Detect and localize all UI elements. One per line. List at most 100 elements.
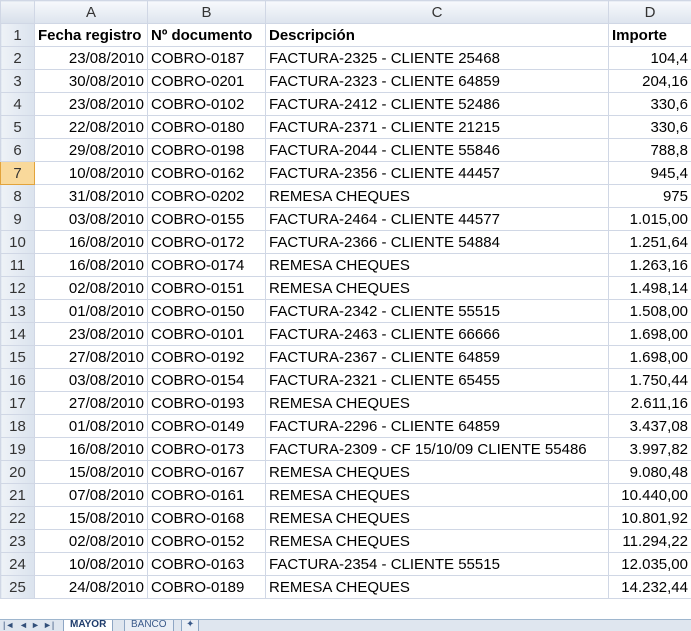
cell-fecha[interactable]: 03/08/2010	[35, 369, 148, 392]
row-header[interactable]: 14	[1, 323, 35, 346]
last-sheet-icon[interactable]: ►|	[43, 620, 54, 630]
cell-fecha[interactable]: 16/08/2010	[35, 254, 148, 277]
cell-fecha[interactable]: 30/08/2010	[35, 70, 148, 93]
cell-descripcion[interactable]: REMESA CHEQUES	[266, 392, 609, 415]
cell-documento[interactable]: COBRO-0202	[148, 185, 266, 208]
column-header-a[interactable]: A	[35, 1, 148, 24]
sheet-tab-mayor[interactable]: MAYOR	[63, 619, 113, 631]
cell-importe[interactable]: 1.698,00	[609, 346, 691, 369]
row-header[interactable]: 23	[1, 530, 35, 553]
cell-fecha[interactable]: 23/08/2010	[35, 323, 148, 346]
cell-descripcion[interactable]: REMESA CHEQUES	[266, 530, 609, 553]
header-cell-importe[interactable]: Importe	[609, 24, 691, 47]
cell-fecha[interactable]: 24/08/2010	[35, 576, 148, 599]
cell-descripcion[interactable]: FACTURA-2356 - CLIENTE 44457	[266, 162, 609, 185]
cell-importe[interactable]: 330,6	[609, 116, 691, 139]
cell-documento[interactable]: COBRO-0149	[148, 415, 266, 438]
cell-documento[interactable]: COBRO-0151	[148, 277, 266, 300]
cell-descripcion[interactable]: FACTURA-2367 - CLIENTE 64859	[266, 346, 609, 369]
cell-descripcion[interactable]: FACTURA-2325 - CLIENTE 25468	[266, 47, 609, 70]
cell-descripcion[interactable]: FACTURA-2371 - CLIENTE 21215	[266, 116, 609, 139]
cell-documento[interactable]: COBRO-0155	[148, 208, 266, 231]
cell-documento[interactable]: COBRO-0102	[148, 93, 266, 116]
cell-documento[interactable]: COBRO-0201	[148, 70, 266, 93]
cell-descripcion[interactable]: FACTURA-2296 - CLIENTE 64859	[266, 415, 609, 438]
cell-descripcion[interactable]: FACTURA-2309 - CF 15/10/09 CLIENTE 55486	[266, 438, 609, 461]
cell-fecha[interactable]: 07/08/2010	[35, 484, 148, 507]
cell-fecha[interactable]: 27/08/2010	[35, 346, 148, 369]
cell-descripcion[interactable]: FACTURA-2044 - CLIENTE 55846	[266, 139, 609, 162]
row-header[interactable]: 20	[1, 461, 35, 484]
cell-descripcion[interactable]: REMESA CHEQUES	[266, 507, 609, 530]
cell-importe[interactable]: 1.263,16	[609, 254, 691, 277]
cell-documento[interactable]: COBRO-0187	[148, 47, 266, 70]
cell-importe[interactable]: 14.232,44	[609, 576, 691, 599]
cell-descripcion[interactable]: FACTURA-2366 - CLIENTE 54884	[266, 231, 609, 254]
cell-importe[interactable]: 788,8	[609, 139, 691, 162]
row-header[interactable]: 22	[1, 507, 35, 530]
cell-importe[interactable]: 945,4	[609, 162, 691, 185]
cell-importe[interactable]: 1.498,14	[609, 277, 691, 300]
cell-importe[interactable]: 975	[609, 185, 691, 208]
cell-fecha[interactable]: 10/08/2010	[35, 553, 148, 576]
cell-fecha[interactable]: 01/08/2010	[35, 300, 148, 323]
column-header-b[interactable]: B	[148, 1, 266, 24]
cell-importe[interactable]: 204,16	[609, 70, 691, 93]
row-header[interactable]: 7	[1, 162, 35, 185]
row-header[interactable]: 17	[1, 392, 35, 415]
prev-sheet-icon[interactable]: ◄	[19, 620, 28, 630]
cell-descripcion[interactable]: FACTURA-2464 - CLIENTE 44577	[266, 208, 609, 231]
cell-importe[interactable]: 3.437,08	[609, 415, 691, 438]
column-header-c[interactable]: C	[266, 1, 609, 24]
cell-descripcion[interactable]: FACTURA-2354 - CLIENTE 55515	[266, 553, 609, 576]
insert-sheet-icon[interactable]: ✦	[181, 619, 199, 631]
cell-documento[interactable]: COBRO-0162	[148, 162, 266, 185]
cell-descripcion[interactable]: REMESA CHEQUES	[266, 461, 609, 484]
cell-fecha[interactable]: 29/08/2010	[35, 139, 148, 162]
row-header[interactable]: 6	[1, 139, 35, 162]
cell-importe[interactable]: 1.251,64	[609, 231, 691, 254]
header-cell-descripcion[interactable]: Descripción	[266, 24, 609, 47]
cell-importe[interactable]: 2.611,16	[609, 392, 691, 415]
row-header[interactable]: 1	[1, 24, 35, 47]
cell-importe[interactable]: 3.997,82	[609, 438, 691, 461]
cell-documento[interactable]: COBRO-0192	[148, 346, 266, 369]
cell-documento[interactable]: COBRO-0174	[148, 254, 266, 277]
spreadsheet-grid[interactable]: A B C D 1 Fecha registro Nº documento De…	[0, 0, 691, 619]
cell-fecha[interactable]: 16/08/2010	[35, 231, 148, 254]
cell-documento[interactable]: COBRO-0161	[148, 484, 266, 507]
cell-documento[interactable]: COBRO-0163	[148, 553, 266, 576]
cell-documento[interactable]: COBRO-0150	[148, 300, 266, 323]
row-header[interactable]: 19	[1, 438, 35, 461]
first-sheet-icon[interactable]: |◄	[3, 620, 14, 630]
cell-descripcion[interactable]: REMESA CHEQUES	[266, 254, 609, 277]
cell-descripcion[interactable]: FACTURA-2323 - CLIENTE 64859	[266, 70, 609, 93]
cell-descripcion[interactable]: REMESA CHEQUES	[266, 576, 609, 599]
cell-documento[interactable]: COBRO-0173	[148, 438, 266, 461]
cell-table[interactable]: A B C D 1 Fecha registro Nº documento De…	[0, 0, 691, 599]
header-cell-fecha[interactable]: Fecha registro	[35, 24, 148, 47]
cell-fecha[interactable]: 02/08/2010	[35, 530, 148, 553]
cell-documento[interactable]: COBRO-0101	[148, 323, 266, 346]
cell-importe[interactable]: 1.015,00	[609, 208, 691, 231]
cell-fecha[interactable]: 10/08/2010	[35, 162, 148, 185]
cell-descripcion[interactable]: FACTURA-2463 - CLIENTE 66666	[266, 323, 609, 346]
cell-descripcion[interactable]: FACTURA-2342 - CLIENTE 55515	[266, 300, 609, 323]
cell-documento[interactable]: COBRO-0180	[148, 116, 266, 139]
cell-fecha[interactable]: 15/08/2010	[35, 507, 148, 530]
row-header[interactable]: 16	[1, 369, 35, 392]
row-header[interactable]: 9	[1, 208, 35, 231]
cell-documento[interactable]: COBRO-0154	[148, 369, 266, 392]
cell-fecha[interactable]: 15/08/2010	[35, 461, 148, 484]
cell-documento[interactable]: COBRO-0168	[148, 507, 266, 530]
row-header[interactable]: 13	[1, 300, 35, 323]
cell-importe[interactable]: 1.508,00	[609, 300, 691, 323]
cell-importe[interactable]: 1.750,44	[609, 369, 691, 392]
row-header[interactable]: 3	[1, 70, 35, 93]
cell-fecha[interactable]: 23/08/2010	[35, 93, 148, 116]
cell-descripcion[interactable]: REMESA CHEQUES	[266, 277, 609, 300]
row-header[interactable]: 4	[1, 93, 35, 116]
cell-documento[interactable]: COBRO-0152	[148, 530, 266, 553]
row-header[interactable]: 21	[1, 484, 35, 507]
row-header[interactable]: 8	[1, 185, 35, 208]
